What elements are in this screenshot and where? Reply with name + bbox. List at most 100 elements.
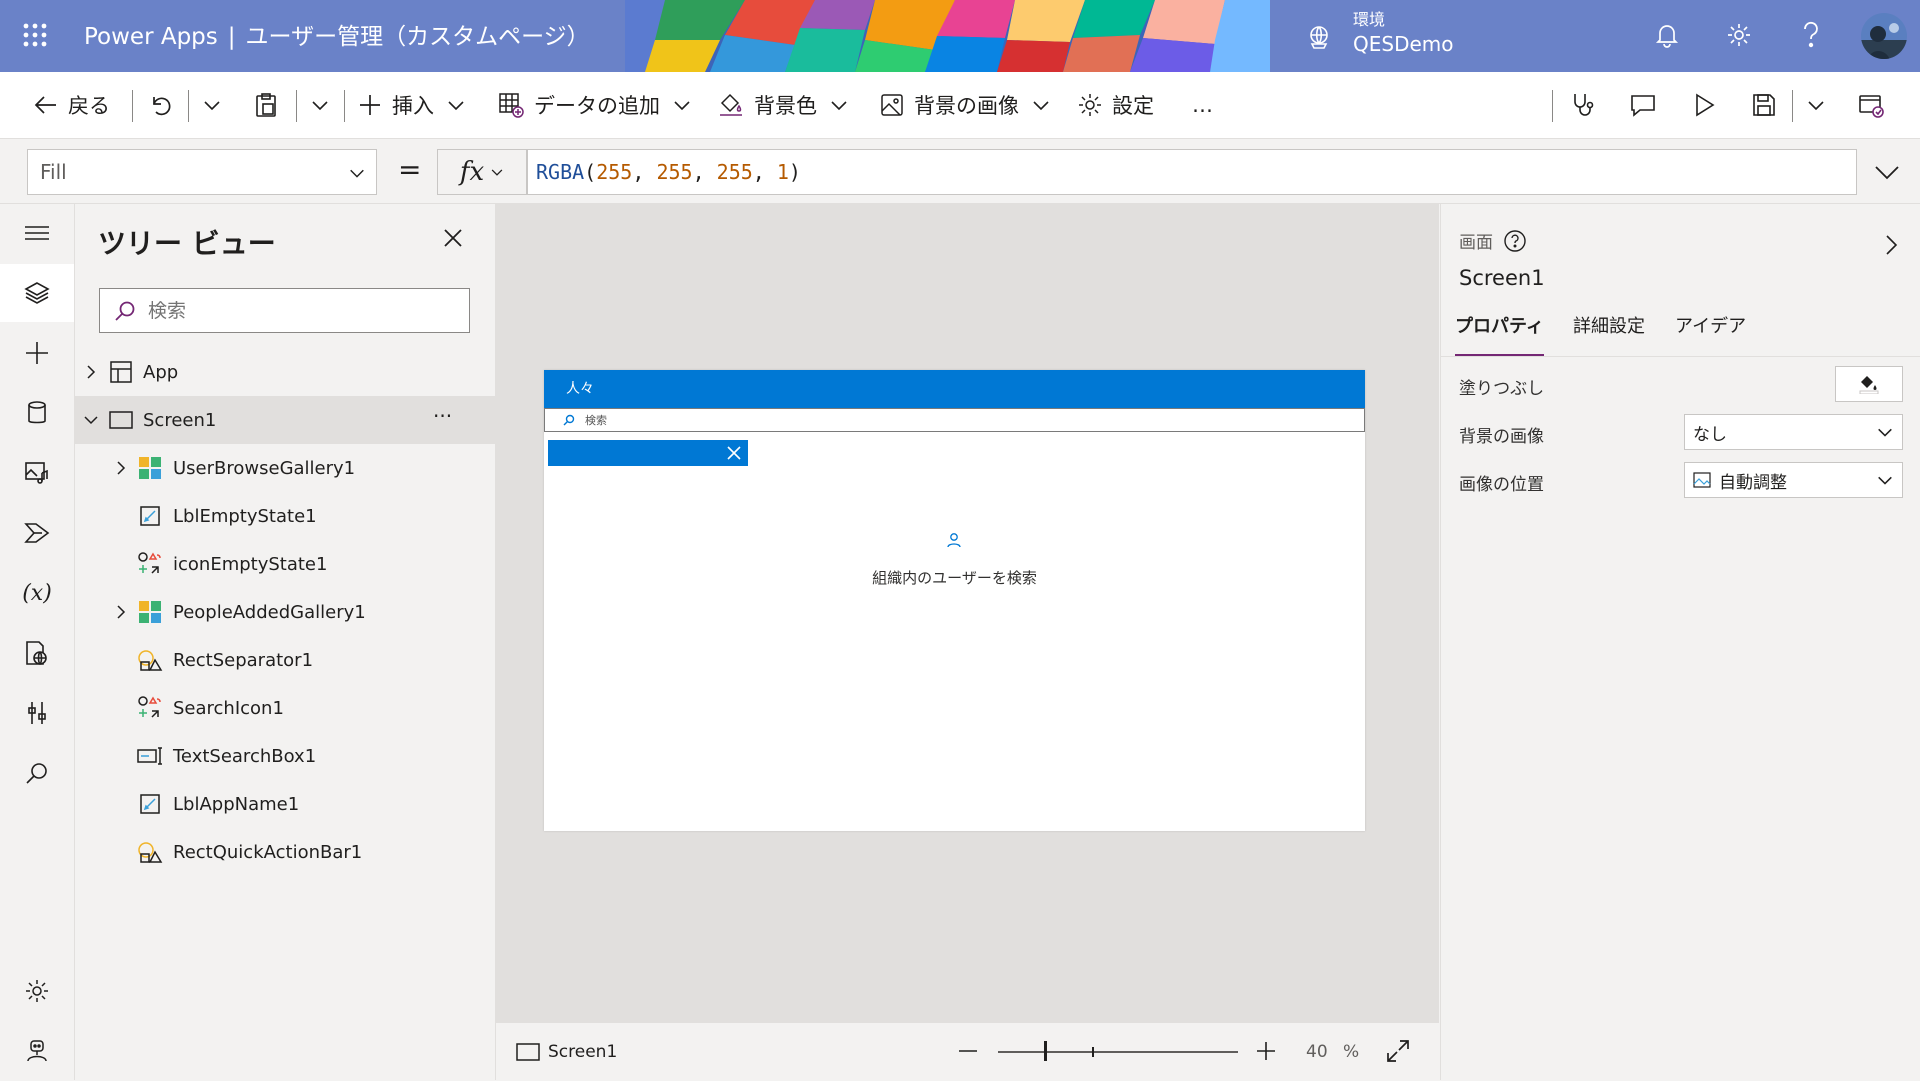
comments-button[interactable] [1630, 72, 1666, 138]
fill-color-picker[interactable] [1835, 366, 1903, 402]
search-icon [115, 301, 135, 321]
back-button[interactable]: 戻る [34, 72, 110, 138]
rail-variables[interactable]: (𝑥) [0, 564, 74, 622]
save-dropdown[interactable] [1806, 72, 1836, 138]
app-search-box[interactable]: 検索 [544, 408, 1365, 432]
rail-insert[interactable] [0, 324, 74, 382]
zoom-slider-track[interactable] [998, 1051, 1238, 1053]
plus-icon [26, 342, 48, 364]
screen-breadcrumb[interactable]: Screen1 [516, 1023, 617, 1081]
rail-data[interactable] [0, 384, 74, 442]
chevron-right-icon[interactable] [84, 365, 98, 379]
chevron-down-icon[interactable] [84, 413, 98, 427]
close-tree-view-button[interactable] [443, 228, 463, 248]
bg-image-dropdown[interactable]: なし [1684, 414, 1903, 450]
tab-advanced[interactable]: 詳細設定 [1573, 312, 1645, 354]
fit-to-window-button[interactable] [1386, 1039, 1410, 1063]
app-name: Power Apps [84, 24, 218, 50]
tree-node-peopleaddedgallery1[interactable]: PeopleAddedGallery1 [75, 588, 495, 636]
formula-arg: 1 [776, 160, 789, 184]
database-icon [28, 401, 46, 424]
property-dropdown[interactable]: Fill [27, 149, 377, 195]
rail-power-automate[interactable] [0, 504, 74, 562]
empty-state-label[interactable]: 組織内のユーザーを検索 [544, 567, 1365, 588]
tree-node-rectquickactionbar1[interactable]: RectQuickActionBar1 [75, 828, 495, 876]
insert-button[interactable]: 挿入 [358, 72, 466, 138]
more-options-button[interactable]: ··· [433, 404, 452, 428]
fx-button[interactable]: fx [437, 149, 527, 195]
person-icon[interactable] [947, 532, 961, 548]
rail-tree-view[interactable] [0, 264, 74, 322]
divider [296, 90, 297, 122]
undo-button[interactable] [148, 72, 182, 138]
close-icon[interactable] [724, 443, 744, 463]
environment-picker[interactable]: 環境 QESDemo [1353, 8, 1454, 56]
chevron-right-icon[interactable] [114, 605, 128, 619]
environment-label: 環境 [1353, 10, 1386, 29]
waffle-icon[interactable] [22, 22, 48, 48]
design-canvas[interactable]: 人々 検索 組織内のユーザーを検索 [496, 204, 1439, 1022]
save-button[interactable] [1752, 72, 1786, 138]
search-icon [563, 414, 575, 426]
rail-search[interactable] [0, 744, 74, 802]
tree-node-userbrowsegallery1[interactable]: UserBrowseGallery1 [75, 444, 495, 492]
divider [132, 90, 133, 122]
bg-image-button[interactable]: 背景の画像 [880, 72, 1051, 138]
undo-dropdown[interactable] [202, 72, 232, 138]
title-separator: | [227, 24, 236, 50]
equals-sign: = [398, 153, 422, 186]
zoom-out-button[interactable] [958, 1041, 978, 1061]
chevron-right-icon[interactable] [114, 461, 128, 475]
tree-node-lblemptystate1[interactable]: LblEmptyState1 [75, 492, 495, 540]
app-checker-button[interactable] [1570, 72, 1606, 138]
tree-node-app[interactable]: App [75, 348, 495, 396]
tree-node-lblappname1[interactable]: LblAppName1 [75, 780, 495, 828]
app-screen-preview[interactable]: 人々 検索 組織内のユーザーを検索 [544, 370, 1365, 831]
people-added-gallery-item[interactable] [548, 440, 748, 466]
help-icon[interactable] [1503, 229, 1527, 253]
app-header-label[interactable]: 人々 [544, 370, 1365, 408]
tree-node-iconemptystate1[interactable]: iconEmptyState1 [75, 540, 495, 588]
settings-button[interactable]: 設定 [1078, 72, 1154, 138]
chevron-down-icon [1875, 166, 1899, 180]
tab-properties[interactable]: プロパティ [1455, 312, 1544, 357]
add-data-button[interactable]: データの追加 [498, 72, 692, 138]
divider [1441, 356, 1920, 357]
rail-settings[interactable] [0, 962, 74, 1020]
rail-virtual-agent[interactable] [0, 1022, 74, 1080]
tree-search-box[interactable] [99, 288, 470, 333]
environment-icon[interactable] [1306, 24, 1332, 50]
paste-button[interactable] [254, 72, 288, 138]
zoom-slider-thumb[interactable] [1044, 1041, 1047, 1061]
bg-color-button[interactable]: 背景色 [718, 72, 849, 138]
paste-dropdown[interactable] [310, 72, 340, 138]
more-commands-button[interactable]: … [1192, 72, 1213, 138]
expand-formula-button[interactable] [1874, 161, 1900, 183]
gear-icon [26, 980, 48, 1002]
stethoscope-icon [1574, 94, 1594, 116]
rail-advanced-tools[interactable] [0, 624, 74, 682]
tree-node-screen1[interactable]: Screen1 ··· [75, 396, 495, 444]
tree-search-input[interactable] [146, 298, 450, 323]
gear-icon[interactable] [1726, 22, 1752, 48]
app-icon [108, 359, 134, 385]
help-icon[interactable] [1800, 20, 1822, 50]
tree-node-searchicon1[interactable]: SearchIcon1 [75, 684, 495, 732]
publish-button[interactable] [1858, 72, 1894, 138]
bell-icon[interactable] [1655, 22, 1679, 48]
tree-node-textsearchbox1[interactable]: TextSearchBox1 [75, 732, 495, 780]
bg-image-value: なし [1693, 424, 1727, 445]
bg-color-label: 背景色 [754, 94, 817, 118]
rail-tools[interactable] [0, 684, 74, 742]
zoom-value: 40 % [1306, 1023, 1359, 1081]
preview-button[interactable] [1692, 72, 1726, 138]
tree-node-rectseparator1[interactable]: RectSeparator1 [75, 636, 495, 684]
tab-ideas[interactable]: アイデア [1675, 312, 1746, 354]
rail-media[interactable] [0, 444, 74, 502]
formula-input[interactable]: RGBA(255, 255, 255, 1) [527, 149, 1857, 195]
image-position-dropdown[interactable]: 自動調整 [1684, 462, 1903, 498]
collapse-panel-button[interactable] [1885, 234, 1899, 256]
menu-button[interactable] [0, 204, 74, 262]
zoom-in-button[interactable] [1256, 1041, 1276, 1061]
avatar[interactable] [1860, 12, 1908, 60]
